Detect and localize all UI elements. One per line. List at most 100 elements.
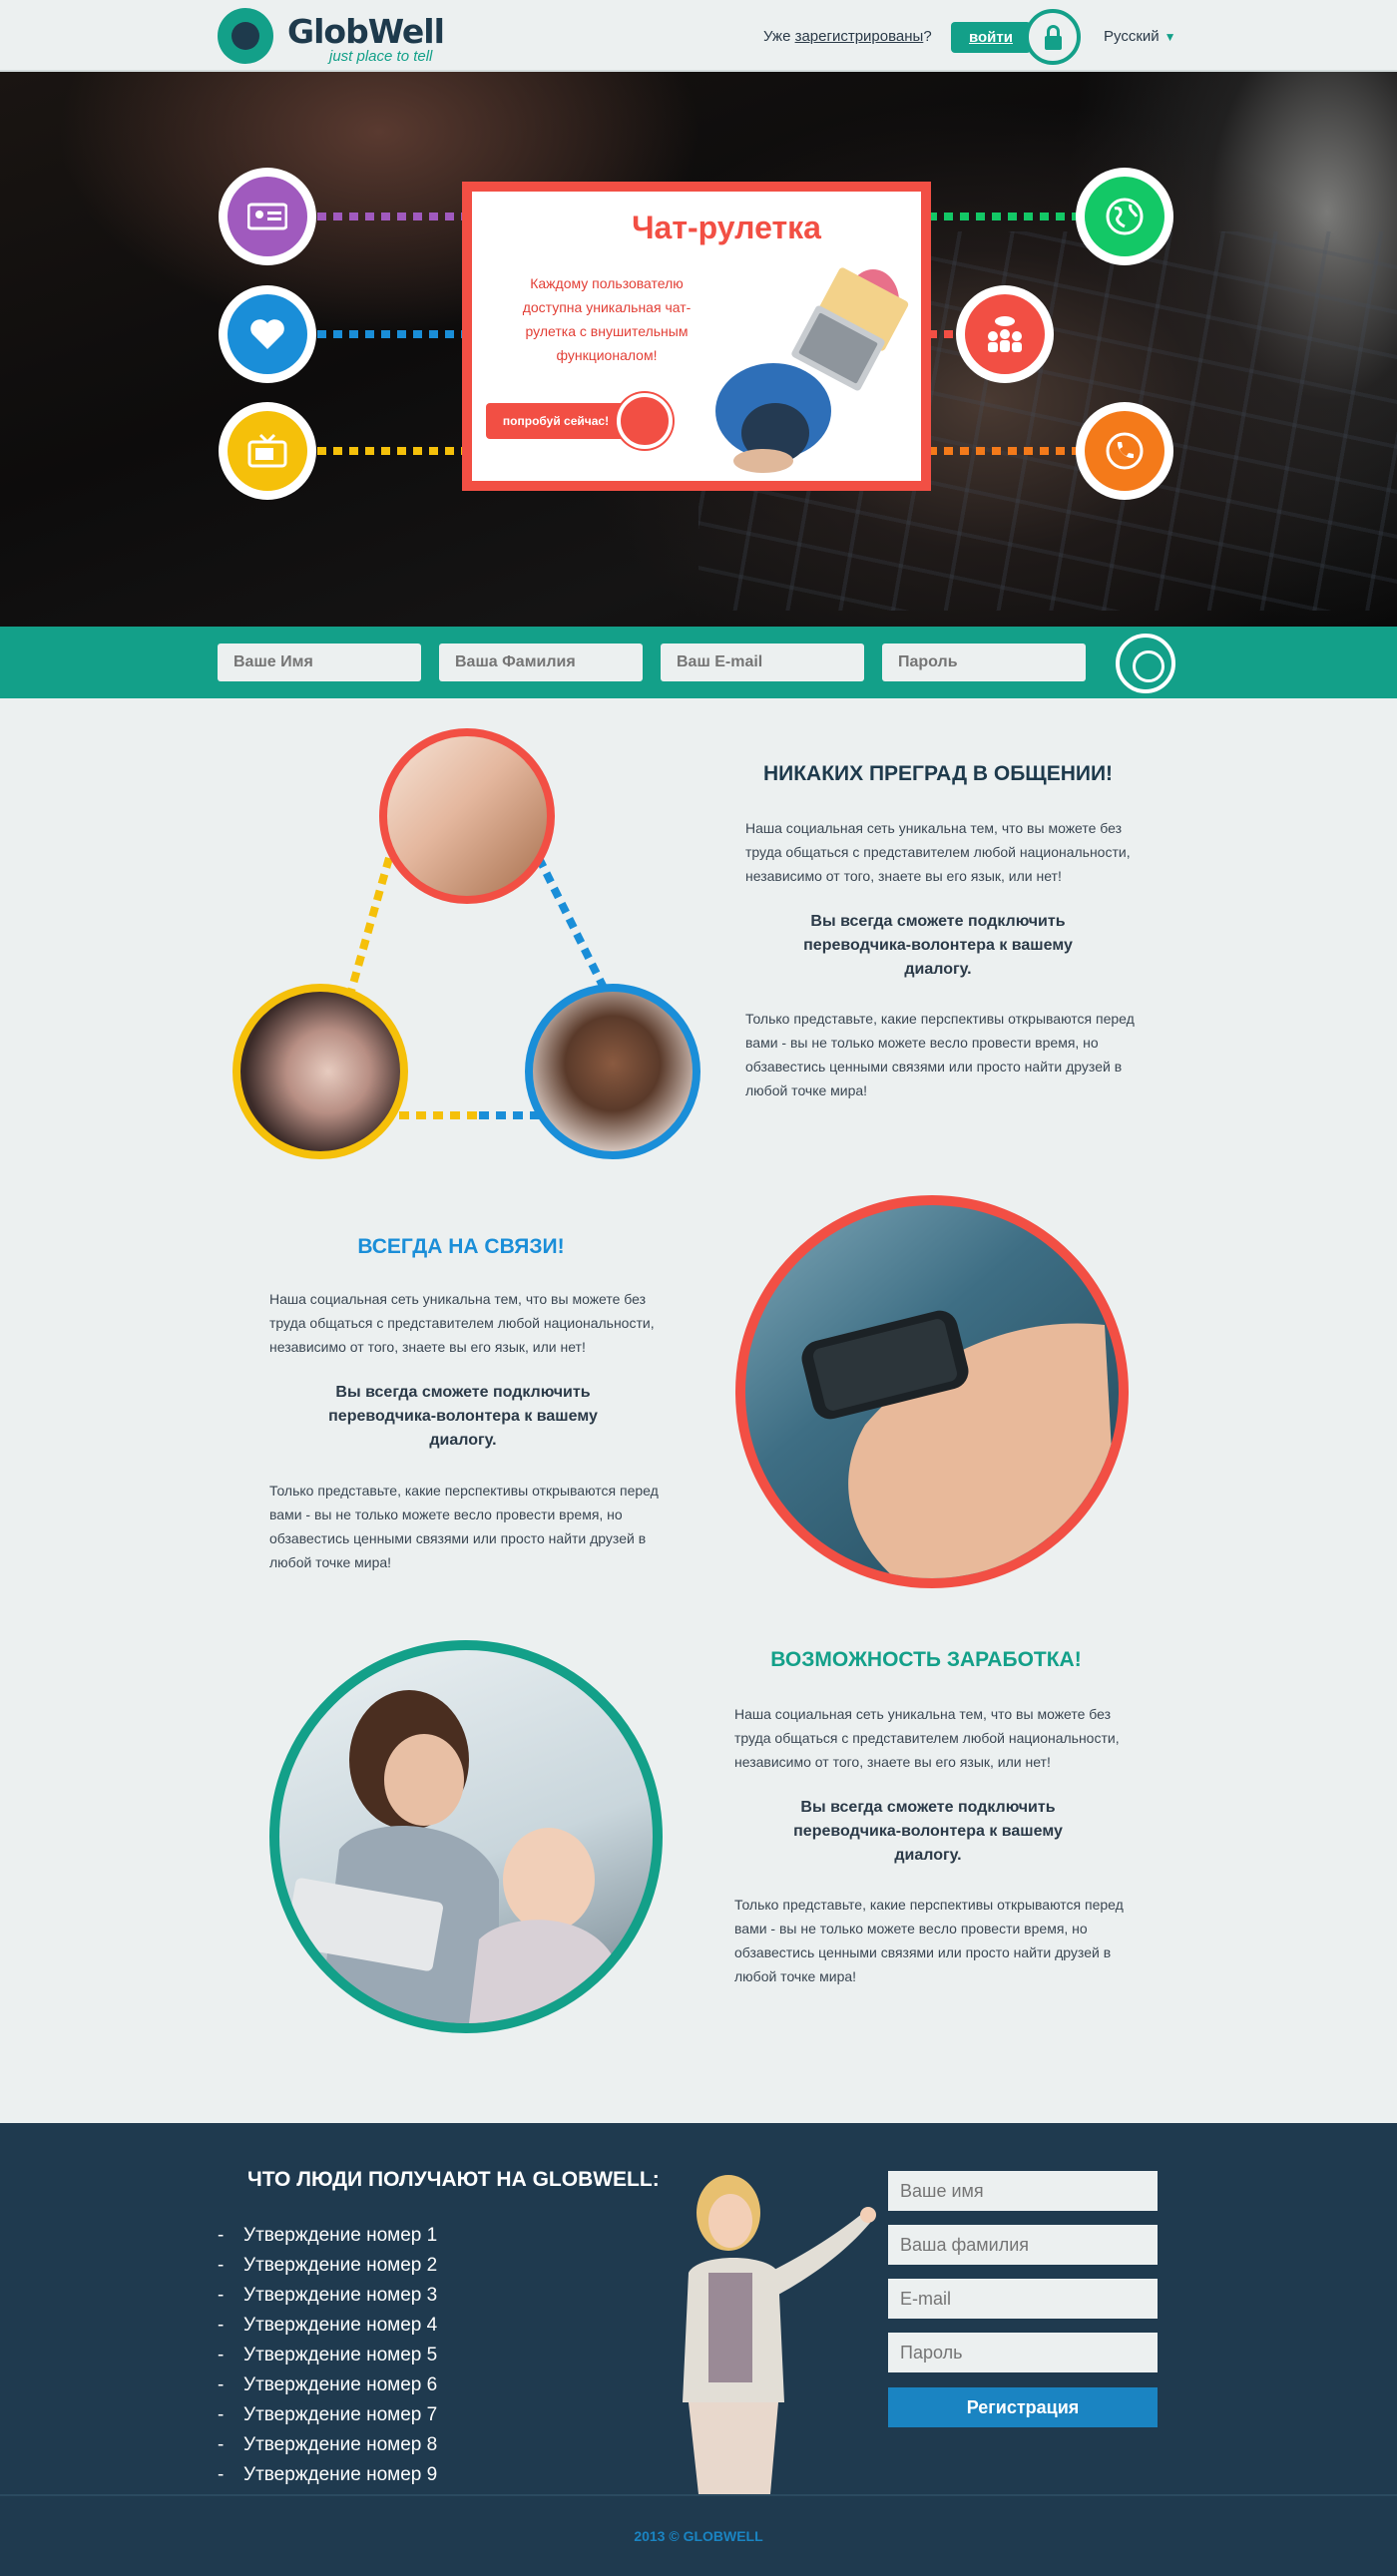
section-text-intro: Наша социальная сеть уникальна тем, что … bbox=[269, 1291, 655, 1355]
last-name-input[interactable] bbox=[439, 644, 643, 681]
benefit-text: Утверждение номер 2 bbox=[243, 2255, 438, 2276]
feature-circle-love[interactable] bbox=[219, 285, 316, 383]
chat-roulette-card: Чат-рулетка Каждому пользователю доступн… bbox=[462, 182, 931, 491]
section-title-no-barriers: НИКАКИХ ПРЕГРАД В ОБЩЕНИИ! bbox=[762, 762, 1114, 785]
copyright: 2013 © GLOBWELL bbox=[634, 2528, 763, 2544]
section-text-outro: Только представьте, какие перспективы от… bbox=[745, 1011, 1135, 1098]
id-card-icon bbox=[228, 177, 307, 256]
try-now-button[interactable]: попробуй сейчас! bbox=[486, 403, 626, 439]
list-dash: - bbox=[218, 2225, 225, 2246]
phone-icon bbox=[1085, 411, 1164, 491]
signup-last-name-input[interactable] bbox=[888, 2225, 1158, 2265]
benefit-text: Утверждение номер 1 bbox=[243, 2225, 438, 2246]
registered-prompt: Уже зарегистрированы? bbox=[763, 28, 932, 45]
benefit-item: - Утверждение номер 3 bbox=[218, 2281, 437, 2311]
avatar-woman-dark-hair bbox=[233, 984, 408, 1159]
hero-banner: Чат-рулетка Каждому пользователю доступн… bbox=[0, 72, 1397, 627]
benefit-item: - Утверждение номер 8 bbox=[218, 2430, 437, 2460]
signup-first-name-input[interactable] bbox=[888, 2171, 1158, 2211]
section-text-outro: Только представьте, какие перспективы от… bbox=[269, 1483, 659, 1570]
connector-purple bbox=[317, 213, 467, 220]
logo-tagline: just place to tell bbox=[329, 48, 433, 65]
card-description: Каждому пользователю доступна уникальная… bbox=[522, 275, 692, 363]
logo-name[interactable]: GlobWell bbox=[287, 12, 445, 51]
benefit-item: - Утверждение номер 1 bbox=[218, 2221, 437, 2251]
benefit-text: Утверждение номер 9 bbox=[243, 2464, 438, 2485]
avatar-woman-glasses bbox=[379, 728, 555, 904]
list-dash: - bbox=[218, 2315, 225, 2336]
benefit-item: - Утверждение номер 4 bbox=[218, 2311, 437, 2341]
list-dash: - bbox=[218, 2404, 225, 2425]
benefit-text: Утверждение номер 7 bbox=[243, 2404, 438, 2425]
globwell-logo-icon[interactable] bbox=[218, 8, 273, 64]
registered-link[interactable]: зарегистрированы bbox=[795, 28, 924, 45]
first-name-input[interactable] bbox=[218, 644, 421, 681]
group-chat-icon[interactable] bbox=[617, 393, 673, 449]
email-input[interactable] bbox=[661, 644, 864, 681]
list-dash: - bbox=[218, 2285, 225, 2306]
woman-pointing-illustration bbox=[683, 2175, 876, 2494]
connector-red bbox=[928, 330, 958, 338]
benefit-text: Утверждение номер 3 bbox=[243, 2285, 438, 2306]
benefits-list: - Утверждение номер 1- Утверждение номер 2… bbox=[218, 2221, 437, 2490]
list-dash: - bbox=[218, 2434, 225, 2455]
globwell-submit-icon[interactable] bbox=[1116, 634, 1175, 693]
connector-green bbox=[928, 213, 1078, 220]
connector-blue bbox=[317, 330, 467, 338]
globe-icon bbox=[1085, 177, 1164, 256]
quick-signup-bar bbox=[0, 627, 1397, 698]
site-footer: 2013 © GLOBWELL bbox=[0, 2494, 1397, 2576]
section-text-intro: Наша социальная сеть уникальна тем, что … bbox=[745, 820, 1131, 884]
laptop-user-illustration bbox=[715, 267, 909, 473]
feature-circle-profile[interactable] bbox=[219, 168, 316, 265]
section-title-always-online: ВСЕГДА НА СВЯЗИ! bbox=[357, 1235, 565, 1258]
benefit-item: - Утверждение номер 6 bbox=[218, 2370, 437, 2400]
benefits-title: ЧТО ЛЮДИ ПОЛУЧАЮТ НА GLOBWELL: bbox=[247, 2168, 660, 2191]
mother-child-image bbox=[269, 1640, 663, 2033]
connector-yellow bbox=[317, 447, 467, 455]
list-dash: - bbox=[218, 2464, 225, 2485]
benefit-item: - Утверждение номер 7 bbox=[218, 2400, 437, 2430]
benefits-signup-section: ЧТО ЛЮДИ ПОЛУЧАЮТ НА GLOBWELL: - Утвержде… bbox=[0, 2123, 1397, 2494]
site-header: GlobWell just place to tell Уже зарегист… bbox=[0, 0, 1397, 72]
phone-in-hand-image bbox=[735, 1195, 1129, 1588]
benefit-item: - Утверждение номер 9 bbox=[218, 2460, 437, 2490]
chevron-down-icon: ▼ bbox=[1164, 30, 1176, 44]
connector-orange bbox=[928, 447, 1078, 455]
avatar-man-smiling bbox=[525, 984, 700, 1159]
card-title: Чат-рулетка bbox=[632, 210, 821, 245]
group-chat-icon bbox=[965, 294, 1045, 374]
section-subhead: Вы всегда сможете подключить переводчика… bbox=[793, 1799, 1063, 1864]
list-dash: - bbox=[218, 2345, 225, 2365]
hand-phone-illustration bbox=[801, 1310, 1119, 1578]
benefit-text: Утверждение номер 8 bbox=[243, 2434, 438, 2455]
register-button[interactable]: Регистрация bbox=[888, 2387, 1158, 2427]
registered-prefix: Уже bbox=[763, 28, 795, 45]
registered-suffix: ? bbox=[923, 28, 932, 45]
feature-circle-tv[interactable] bbox=[219, 402, 316, 500]
password-input[interactable] bbox=[882, 644, 1086, 681]
benefit-text: Утверждение номер 4 bbox=[243, 2315, 438, 2336]
list-dash: - bbox=[218, 2374, 225, 2395]
section-text-outro: Только представьте, какие перспективы от… bbox=[734, 1897, 1124, 1984]
benefit-text: Утверждение номер 6 bbox=[243, 2374, 438, 2395]
signup-password-input[interactable] bbox=[888, 2333, 1158, 2372]
tv-icon bbox=[228, 411, 307, 491]
feature-circle-group-chat[interactable] bbox=[956, 285, 1054, 383]
benefit-item: - Утверждение номер 5 bbox=[218, 2341, 437, 2370]
feature-circle-globe[interactable] bbox=[1076, 168, 1173, 265]
login-button[interactable]: войти bbox=[951, 22, 1031, 53]
mother-child-illustration bbox=[285, 1690, 619, 2023]
benefit-text: Утверждение номер 5 bbox=[243, 2345, 438, 2365]
lock-body bbox=[1045, 36, 1062, 50]
language-value: Русский bbox=[1104, 28, 1160, 45]
signup-email-input[interactable] bbox=[888, 2279, 1158, 2319]
section-title-earn-money: ВОЗМОЖНОСТЬ ЗАРАБОТКА! bbox=[770, 1648, 1082, 1671]
section-subhead: Вы всегда сможете подключить переводчика… bbox=[803, 913, 1073, 978]
benefit-item: - Утверждение номер 2 bbox=[218, 2251, 437, 2281]
section-text-intro: Наша социальная сеть уникальна тем, что … bbox=[734, 1706, 1120, 1770]
lock-icon[interactable] bbox=[1025, 9, 1081, 65]
list-dash: - bbox=[218, 2255, 225, 2276]
language-select[interactable]: Русский ▼ bbox=[1104, 28, 1176, 45]
feature-circle-phone[interactable] bbox=[1076, 402, 1173, 500]
